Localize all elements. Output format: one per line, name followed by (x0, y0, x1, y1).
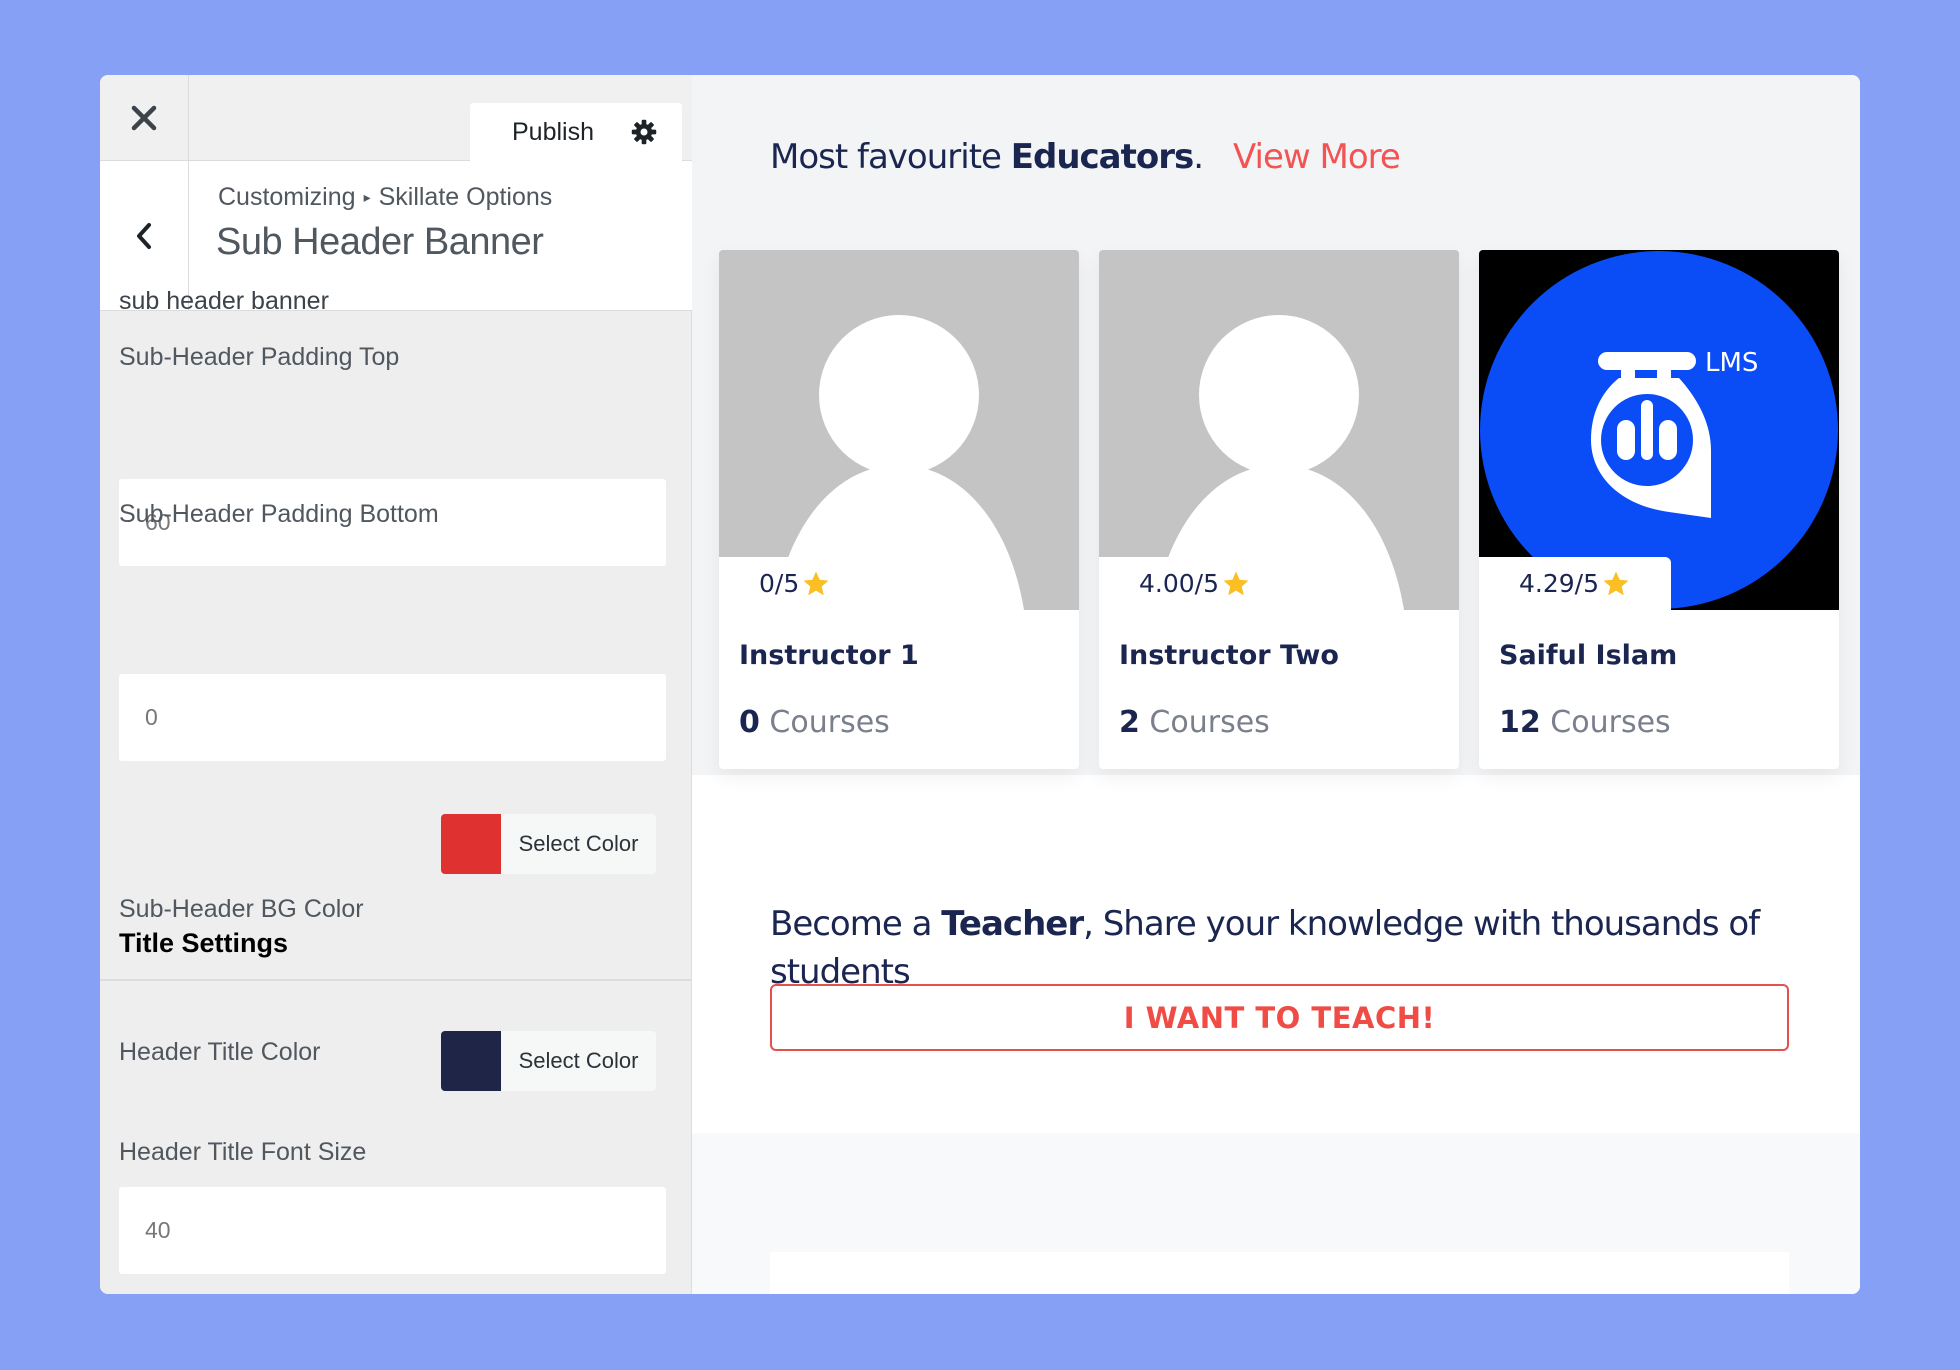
bg-color-swatch (441, 814, 501, 874)
title-font-size-input[interactable] (119, 1187, 666, 1274)
heading-prefix: Most favourite (770, 137, 1011, 177)
rating-badge: 0/5 (719, 557, 872, 610)
section-title: Sub Header Banner (216, 221, 544, 263)
breadcrumb: Customizing ▸ Skillate Options (218, 183, 552, 212)
padding-top-label: Sub-Header Padding Top (119, 343, 400, 371)
instructor-name: Instructor 1 (739, 640, 919, 671)
customizer-header: Publish (100, 75, 692, 161)
instructor-card[interactable]: LMS 4.29/5 Saiful Islam 12 Courses (1479, 250, 1839, 769)
title-color-swatch (441, 1031, 501, 1091)
rating-badge: 4.00/5 (1099, 557, 1291, 610)
section-description: sub header banner (119, 287, 329, 315)
section-divider (100, 979, 692, 981)
padding-bottom-input[interactable] (119, 674, 666, 761)
educators-heading: Most favourite Educators. View More (770, 137, 1401, 177)
next-section-card (770, 1252, 1789, 1294)
courses-label: Courses (1550, 705, 1671, 740)
select-color-label: Select Color (518, 831, 639, 856)
course-count: 12 Courses (1499, 705, 1671, 740)
cta-bold: Teacher (941, 904, 1084, 944)
close-customizer-button[interactable] (100, 75, 189, 161)
star-icon (803, 571, 829, 595)
select-color-label: Select Color (518, 1048, 639, 1073)
lms-logo-icon: LMS (1479, 250, 1839, 610)
rating-value: 0/5 (759, 569, 800, 598)
lms-logo-text: LMS (1705, 348, 1758, 378)
heading-suffix: . (1193, 137, 1204, 177)
course-count-value: 12 (1499, 705, 1541, 740)
padding-bottom-label: Sub-Header Padding Bottom (119, 500, 439, 528)
title-color-picker-button[interactable]: Select Color (441, 1031, 656, 1091)
site-preview: Most favourite Educators. View More 0/5 I… (692, 75, 1860, 1294)
gear-icon[interactable] (630, 118, 658, 146)
title-color-label: Header Title Color (119, 1038, 321, 1066)
view-more-link[interactable]: View More (1233, 137, 1401, 177)
breadcrumb-root: Customizing (218, 183, 356, 211)
instructor-card[interactable]: 0/5 Instructor 1 0 Courses (719, 250, 1079, 769)
publish-settings-group: Publish (470, 103, 682, 161)
star-icon (1603, 571, 1629, 595)
i-want-to-teach-button[interactable]: I WANT TO TEACH! (770, 984, 1789, 1051)
avatar-placeholder-icon (719, 250, 1079, 610)
instructor-name: Saiful Islam (1499, 640, 1678, 671)
rating-value: 4.29/5 (1519, 569, 1599, 598)
title-settings-heading: Title Settings (119, 928, 289, 958)
customizer-window: Publish Customizing ▸ Skillate Options S… (100, 75, 1860, 1294)
instructor-avatar (1099, 250, 1459, 610)
instructor-avatar (719, 250, 1079, 610)
star-icon (1223, 571, 1249, 595)
rating-badge: 4.29/5 (1479, 557, 1671, 610)
course-count: 2 Courses (1119, 705, 1270, 740)
title-font-size-label: Header Title Font Size (119, 1138, 367, 1166)
breadcrumb-separator: ▸ (363, 189, 371, 205)
rating-value: 4.00/5 (1139, 569, 1219, 598)
bg-color-label: Sub-Header BG Color (119, 895, 364, 923)
courses-label: Courses (769, 705, 890, 740)
instructor-name: Instructor Two (1119, 640, 1339, 671)
heading-bold: Educators (1010, 137, 1194, 177)
bg-color-picker-button[interactable]: Select Color (441, 814, 656, 874)
publish-button[interactable]: Publish (512, 118, 594, 147)
breadcrumb-parent: Skillate Options (378, 183, 553, 211)
chevron-left-icon (137, 222, 151, 249)
course-count-value: 2 (1119, 705, 1140, 740)
customizer-sidebar: Publish Customizing ▸ Skillate Options S… (100, 75, 692, 1294)
course-count-value: 0 (739, 705, 760, 740)
avatar-placeholder-icon (1099, 250, 1459, 610)
instructor-avatar: LMS (1479, 250, 1839, 610)
teacher-cta-text: Become a Teacher, Share your knowledge w… (770, 900, 1810, 996)
courses-label: Courses (1149, 705, 1270, 740)
cta-prefix: Become a (770, 904, 942, 944)
course-count: 0 Courses (739, 705, 890, 740)
close-icon (131, 105, 157, 131)
instructor-card[interactable]: 4.00/5 Instructor Two 2 Courses (1099, 250, 1459, 769)
